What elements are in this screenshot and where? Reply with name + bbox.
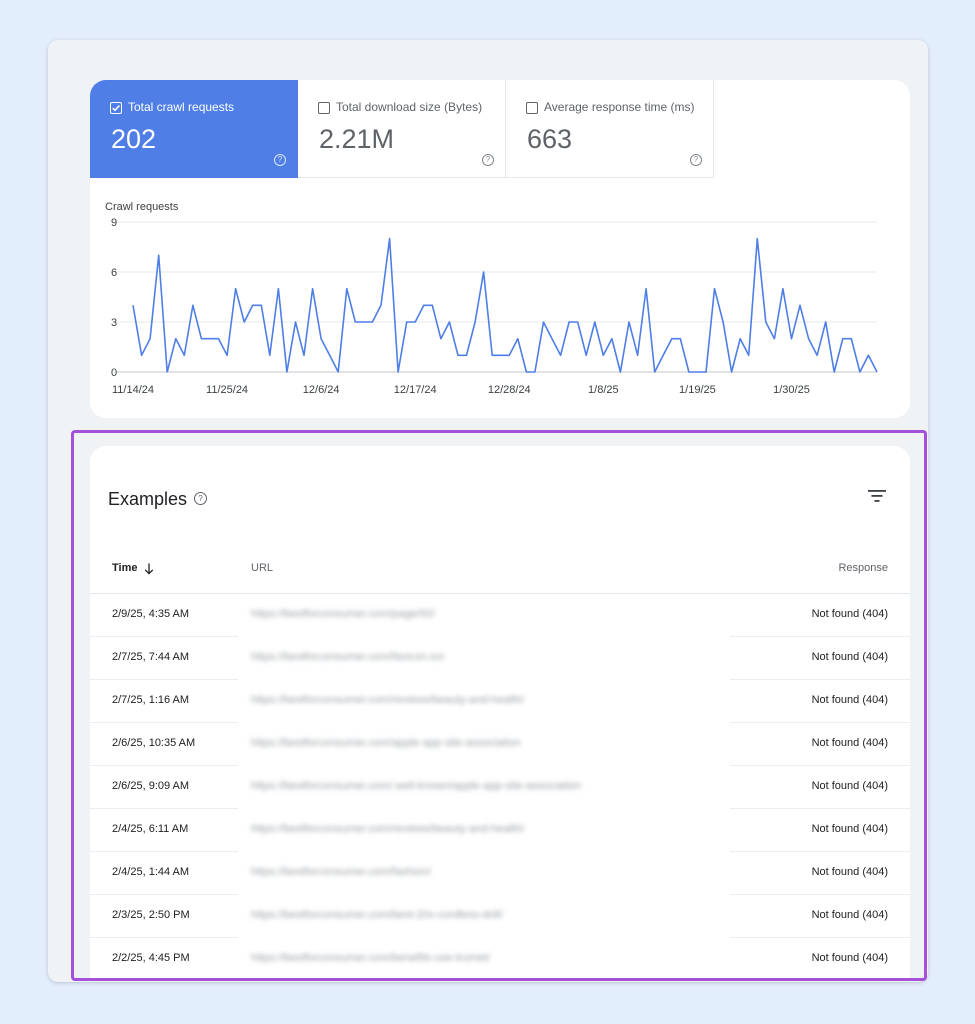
help-icon[interactable]: ? (194, 492, 207, 505)
y-tick-label: 0 (111, 367, 117, 379)
table-row[interactable]: 2/4/25, 6:11 AM https://bestforconsumer.c… (90, 809, 910, 852)
y-tick-label: 3 (111, 317, 117, 329)
metric-value: 663 (527, 124, 573, 154)
column-header-time[interactable]: Time (112, 562, 137, 574)
x-tick-label: 1/8/25 (588, 384, 619, 396)
row-time: 2/2/25, 4:45 PM (112, 952, 190, 964)
y-tick-label: 9 (111, 217, 117, 229)
x-tick-label: 11/25/24 (206, 384, 248, 396)
examples-card: Examples ? Time URL Response 2/9/25, 4:3… (90, 446, 910, 978)
metric-value: 202 (111, 124, 157, 154)
row-time: 2/6/25, 10:35 AM (112, 737, 196, 749)
metric-average-response-time[interactable]: Average response time (ms) 663 ? (506, 80, 714, 178)
x-tick-label: 12/6/24 (303, 384, 340, 396)
examples-table: 2/9/25, 4:35 AM https://bestforconsumer.c… (90, 594, 910, 978)
row-response: Not found (404) (811, 866, 888, 878)
metric-label: Average response time (ms) (544, 100, 695, 114)
row-time: 2/3/25, 2:50 PM (112, 909, 190, 921)
help-icon[interactable]: ? (274, 154, 286, 166)
column-header-url[interactable]: URL (251, 562, 273, 574)
arrow-down-icon[interactable] (144, 562, 154, 580)
checkbox-checked-icon[interactable] (110, 102, 122, 114)
help-icon[interactable]: ? (482, 154, 494, 166)
row-url[interactable]: https://bestforconsumer.com/fashion/ (251, 866, 431, 878)
row-url[interactable]: https://bestforconsumer.com/reviews/beau… (251, 694, 524, 706)
metric-label: Total crawl requests (128, 100, 235, 114)
series-line[interactable] (132, 237, 878, 373)
x-tick-label: 1/30/25 (773, 384, 810, 396)
row-time: 2/4/25, 1:44 AM (112, 866, 190, 878)
table-row[interactable]: 2/4/25, 1:44 AM https://bestforconsumer.c… (90, 852, 910, 895)
row-url[interactable]: https://bestforconsumer.com/best-20v-cor… (251, 909, 503, 921)
metric-label: Total download size (Bytes) (336, 100, 483, 114)
metric-total-download-size[interactable]: Total download size (Bytes) 2.21M ? (298, 80, 506, 178)
row-response: Not found (404) (811, 608, 888, 620)
help-icon[interactable]: ? (690, 154, 702, 166)
row-response: Not found (404) (811, 823, 888, 835)
table-row[interactable]: 2/3/25, 2:50 PM https://bestforconsumer.c… (90, 895, 910, 938)
table-row[interactable]: 2/7/25, 1:16 AM https://bestforconsumer.c… (90, 680, 910, 723)
metric-total-crawl-requests[interactable]: Total crawl requests 202 ? (90, 80, 298, 178)
y-tick-label: 6 (111, 267, 117, 279)
table-row[interactable]: 2/6/25, 10:35 AM https://bestforconsumer.… (90, 723, 910, 766)
row-url[interactable]: https://bestforconsumer.com/.well-known/… (251, 780, 581, 792)
checkbox-unchecked-icon[interactable] (526, 102, 538, 114)
metric-tabs: Total crawl requests 202 ? Total downloa… (90, 80, 714, 178)
metric-value: 2.21M (319, 124, 395, 154)
row-time: 2/4/25, 6:11 AM (112, 823, 189, 835)
x-tick-label: 11/14/24 (112, 384, 154, 396)
row-url[interactable]: https://bestforconsumer.com/apple-app-si… (251, 737, 521, 749)
table-row[interactable]: 2/2/25, 4:45 PM https://bestforconsumer.c… (90, 938, 910, 978)
table-row[interactable]: 2/6/25, 9:09 AM https://bestforconsumer.c… (90, 766, 910, 809)
filter-icon[interactable] (868, 489, 886, 503)
row-url[interactable]: https://bestforconsumer.com/reviews/beau… (251, 823, 524, 835)
row-time: 2/6/25, 9:09 AM (112, 780, 190, 792)
crawl-stats-card: Total crawl requests 202 ? Total downloa… (90, 80, 910, 418)
checkbox-unchecked-icon[interactable] (318, 102, 330, 114)
examples-title: Examples (108, 489, 188, 509)
row-response: Not found (404) (811, 694, 888, 706)
row-url[interactable]: https://bestforconsumer.com/favicon.ico (251, 651, 444, 663)
x-tick-label: 12/17/24 (394, 384, 437, 396)
row-time: 2/9/25, 4:35 AM (112, 608, 190, 620)
crawl-requests-chart: 0 3 6 9 11/14/24 11/25/24 12/6/24 12/17/24 12/28… (111, 217, 878, 396)
row-url[interactable]: https://bestforconsumer.com/benefits-use… (251, 952, 490, 964)
row-response: Not found (404) (811, 909, 888, 921)
row-time: 2/7/25, 7:44 AM (112, 651, 190, 663)
row-time: 2/7/25, 1:16 AM (112, 694, 190, 706)
row-response: Not found (404) (811, 737, 888, 749)
row-url[interactable]: https://bestforconsumer.com/page/92/ (251, 608, 435, 620)
x-tick-label: 1/19/25 (679, 384, 716, 396)
row-response: Not found (404) (811, 651, 888, 663)
table-row[interactable]: 2/9/25, 4:35 AM https://bestforconsumer.c… (90, 594, 910, 637)
column-header-response[interactable]: Response (838, 562, 888, 574)
row-response: Not found (404) (811, 780, 888, 792)
x-tick-label: 12/28/24 (488, 384, 531, 396)
row-response: Not found (404) (811, 952, 888, 964)
table-row[interactable]: 2/7/25, 7:44 AM https://bestforconsumer.c… (90, 637, 910, 680)
